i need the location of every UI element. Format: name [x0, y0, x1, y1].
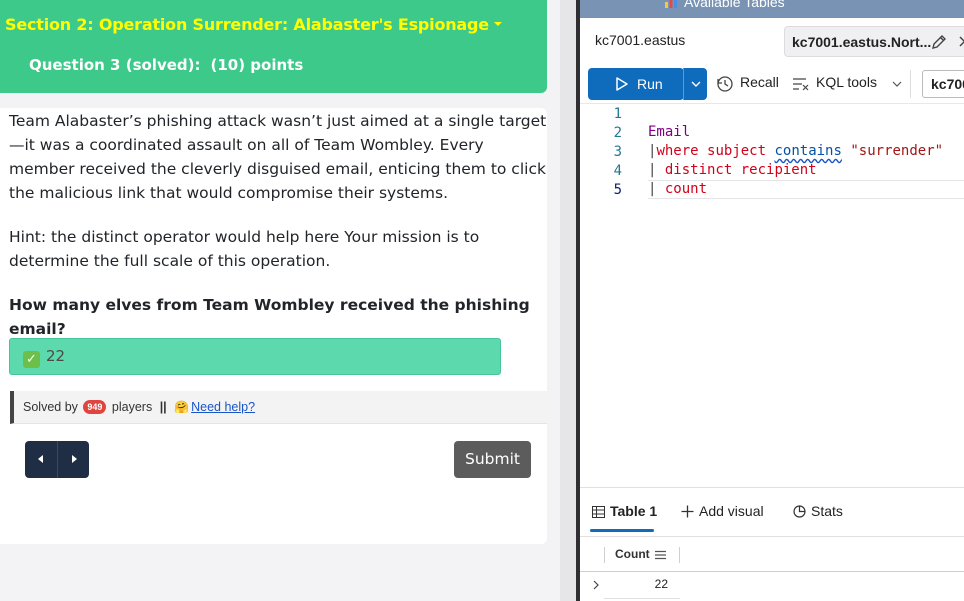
keyword-token: distinct [664, 162, 733, 178]
run-button-group: Run [588, 68, 707, 100]
connection-row: kc7001.eastus kc7001.eastus.Nort... [580, 18, 964, 64]
table-token: Email [648, 124, 691, 140]
solved-info-bar: Solved by 949 players || 🤗 Need help? [10, 391, 547, 424]
pane-splitter[interactable] [560, 0, 576, 601]
query-tab[interactable]: kc7001.eastus.Nort... [784, 26, 964, 57]
plus-icon [681, 505, 694, 518]
connection-name[interactable]: kc7001.eastus [595, 32, 685, 48]
run-button[interactable]: Run [588, 68, 683, 100]
tab-table-1[interactable]: Table 1 [592, 503, 657, 519]
close-icon[interactable] [957, 33, 964, 51]
hugging-face-icon: 🤗 [174, 400, 190, 414]
next-question-button[interactable] [57, 441, 89, 478]
query-panel: Available Tables kc7001.eastus kc7001.ea… [580, 0, 964, 601]
question-hint: Hint: the distinct operator would help h… [9, 228, 480, 270]
field-token: subject [707, 143, 767, 159]
bar-chart-icon [665, 0, 677, 8]
results-grid-header: Count [580, 538, 964, 572]
tab-stats[interactable]: Stats [793, 503, 843, 519]
caret-down-icon [493, 21, 502, 26]
line-number: 2 [613, 125, 622, 141]
line-number-active: 5 [613, 182, 622, 198]
question-points: (10) points [210, 56, 304, 74]
question-banner: Section 2: Operation Surrender: Alabaste… [0, 0, 547, 93]
kql-tools-label: KQL tools [816, 74, 877, 90]
play-icon [616, 77, 628, 91]
solved-suffix: players [111, 400, 153, 414]
previous-question-button[interactable] [25, 441, 57, 478]
code-line-5: | count [648, 181, 708, 197]
string-token: "surrender" [850, 143, 944, 159]
code-line-3: |where subject contains "surrender" [648, 143, 944, 159]
line-number: 4 [613, 163, 622, 179]
code-line-2: Email [648, 124, 690, 140]
tab-table-label: Table 1 [610, 503, 658, 519]
separator: || [159, 400, 167, 414]
keyword-token: where [656, 143, 699, 159]
answer-value: 22 [46, 347, 66, 365]
need-help-link[interactable]: Need help? [191, 400, 255, 414]
tab-stats-label: Stats [811, 503, 843, 519]
question-prompt: How many elves from Team Wombley receive… [9, 296, 530, 338]
caret-right-icon [72, 455, 77, 463]
question-title: Question 3 (solved): [29, 56, 201, 74]
recall-label: Recall [740, 74, 779, 90]
answer-field[interactable]: ✓ 22 [9, 338, 501, 375]
section-dropdown[interactable]: Section 2: Operation Surrender: Alabaste… [5, 15, 502, 34]
table-icon [592, 506, 605, 518]
column-header-label: Count [615, 547, 650, 561]
active-tab-indicator [590, 529, 654, 532]
tab-add-visual[interactable]: Add visual [681, 503, 764, 519]
checkmark-icon: ✓ [23, 351, 40, 368]
query-editor[interactable]: 1 2 3 4 5 Email |where subject contains … [580, 104, 964, 487]
kql-tools-button[interactable]: KQL tools [792, 74, 902, 94]
question-description: Team Alabaster’s phishing attack wasn’t … [9, 112, 547, 202]
available-tables-label: Available Tables [684, 0, 785, 10]
solved-prefix: Solved by [23, 400, 78, 414]
caret-left-icon [38, 455, 43, 463]
column-menu-icon[interactable] [655, 550, 666, 560]
question-card: Team Alabaster’s phishing attack wasn’t … [0, 108, 547, 544]
tab-add-visual-label: Add visual [699, 503, 764, 519]
available-tables-title: Available Tables [664, 0, 785, 10]
question-heading: Question 3 (solved): (10) points [29, 56, 303, 74]
available-tables-header[interactable]: Available Tables [580, 0, 964, 18]
query-tab-label: kc7001.eastus.Nort... [792, 34, 932, 50]
kql-tools-icon [793, 78, 809, 91]
solved-count-badge: 949 [83, 400, 107, 414]
run-options-dropdown[interactable] [683, 68, 707, 100]
keyword-token: count [664, 181, 708, 197]
history-icon [717, 76, 733, 92]
results-tabs: Table 1 Add visual Stats [580, 487, 964, 537]
line-number: 1 [613, 106, 622, 122]
run-label: Run [637, 76, 663, 92]
edit-pencil-icon[interactable] [930, 33, 948, 51]
chevron-down-icon [691, 81, 701, 87]
column-header-count[interactable]: Count [604, 547, 680, 563]
field-token: recipient [740, 162, 817, 178]
code-line-4: | distinct recipient [648, 162, 817, 178]
chevron-right-icon[interactable] [592, 580, 600, 590]
app-root: Section 2: Operation Surrender: Alabaste… [0, 0, 964, 601]
database-select[interactable]: kc700 [922, 70, 964, 98]
table-row[interactable]: 22 [580, 572, 964, 601]
toolbar-divider [910, 70, 911, 98]
operator-token: contains [774, 143, 842, 159]
line-number: 3 [613, 144, 622, 160]
submit-button[interactable]: Submit [454, 441, 531, 478]
chevron-down-icon [892, 81, 902, 87]
stats-icon [793, 505, 806, 518]
query-toolbar: Run Recall KQL tools kc700 [580, 64, 964, 104]
section-title: Section 2: Operation Surrender: Alabaste… [5, 15, 489, 34]
question-panel: Section 2: Operation Surrender: Alabaste… [0, 0, 560, 601]
table-cell-count: 22 [604, 577, 680, 599]
